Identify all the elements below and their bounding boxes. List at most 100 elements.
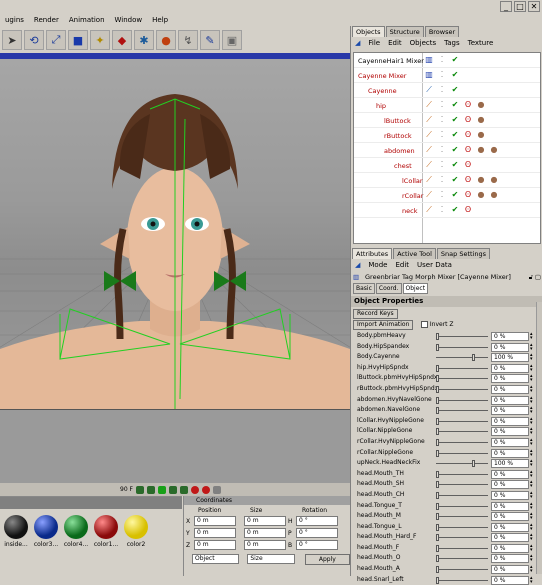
close-icon[interactable]: ✕ [528, 1, 540, 12]
morph-slider[interactable] [436, 343, 488, 351]
visibility-dots-icon[interactable]: ⁚ [437, 55, 447, 65]
tab-active-tool[interactable]: Active Tool [393, 248, 436, 259]
slider-thumb[interactable] [436, 576, 439, 584]
object-row[interactable]: CayenneHair1 Mixer ▥ ⁚ ✔ [354, 53, 540, 68]
object-row[interactable]: hip ⟋ ⁚ ✔ ʘ ● [354, 98, 540, 113]
morph-value-input[interactable]: 0 % [491, 522, 529, 532]
spinner-arrows-icon[interactable]: ▴ ▾ [530, 374, 535, 383]
slider-thumb[interactable] [436, 566, 439, 574]
menu-file[interactable]: File [368, 39, 380, 47]
material-item[interactable]: color3... [32, 515, 60, 548]
3d-viewport[interactable] [0, 59, 350, 409]
object-row[interactable]: abdomen ⟋ ⁚ ✔ ʘ ● ● [354, 143, 540, 158]
tab-browser[interactable]: Browser [424, 26, 460, 37]
play-icon[interactable] [158, 485, 166, 494]
material-item[interactable]: color4... [62, 515, 90, 548]
enabled-check-icon[interactable]: ✔ [450, 145, 460, 155]
morph-value-input[interactable]: 0 % [491, 448, 529, 458]
rotation-p-input[interactable]: 0 ° [296, 528, 338, 538]
slider-thumb[interactable] [436, 385, 439, 393]
morph-slider[interactable] [436, 354, 488, 362]
goto-start-icon[interactable] [136, 485, 144, 494]
spinner-arrows-icon[interactable]: ▴ ▾ [530, 332, 535, 341]
apply-button[interactable]: Apply [304, 553, 350, 565]
autokey-icon[interactable] [202, 485, 210, 494]
slider-thumb[interactable] [436, 343, 439, 351]
spinner-arrows-icon[interactable]: ▴ ▾ [530, 437, 535, 447]
object-manager-list[interactable]: CayenneHair1 Mixer ▥ ⁚ ✔ Cayenne Mixer ▥ ⁚ ✔ C… [353, 52, 541, 244]
slider-thumb[interactable] [436, 534, 439, 542]
morph-value-input[interactable]: 0 % [491, 490, 529, 500]
enabled-check-icon[interactable]: ✔ [450, 100, 460, 110]
morph-slider[interactable] [436, 407, 488, 415]
material-item[interactable]: inside... [2, 515, 30, 548]
morph-value-input[interactable]: 0 % [491, 501, 529, 511]
enabled-check-icon[interactable]: ✔ [450, 70, 460, 80]
morph-slider[interactable] [436, 523, 488, 531]
slider-thumb[interactable] [436, 333, 439, 340]
spinner-arrows-icon[interactable]: ▴ ▾ [530, 406, 535, 415]
morph-slider[interactable] [436, 460, 488, 468]
rotation-h-input[interactable]: 0 ° [296, 516, 338, 526]
object-row[interactable]: rButtock ⟋ ⁚ ✔ ʘ ● [354, 128, 540, 143]
morph-slider[interactable] [436, 417, 488, 425]
scale-icon[interactable]: ⤢ [46, 30, 66, 50]
position-x-input[interactable]: 0 m [194, 516, 236, 526]
morph-value-input[interactable]: 0 % [491, 363, 529, 373]
morph-value-input[interactable]: 0 % [491, 427, 529, 437]
enabled-check-icon[interactable]: ✔ [450, 160, 460, 170]
morph-value-input[interactable]: 0 % [491, 554, 529, 564]
cursor-icon[interactable]: ➤ [2, 30, 22, 50]
menu-animation[interactable]: Animation [64, 16, 110, 24]
morph-value-input[interactable]: 0 % [491, 533, 529, 543]
spinner-arrows-icon[interactable]: ▴ ▾ [530, 512, 535, 521]
enabled-check-icon[interactable]: ✔ [450, 190, 460, 200]
object-row[interactable]: lButtock ⟋ ⁚ ✔ ʘ ● [354, 113, 540, 128]
bend-icon[interactable]: ↯ [178, 30, 198, 50]
light-icon[interactable]: ✱ [134, 30, 154, 50]
spinner-arrows-icon[interactable]: ▴ ▾ [530, 543, 535, 553]
tab-objects[interactable]: Objects [352, 26, 385, 37]
morph-value-input[interactable]: 0 % [491, 384, 529, 394]
prev-key-icon[interactable] [147, 485, 155, 494]
morph-value-input[interactable]: 0 % [491, 469, 529, 479]
subtab-object[interactable]: Object [402, 283, 429, 294]
morph-slider[interactable] [436, 481, 488, 489]
morph-value-input[interactable]: 100 % [491, 459, 529, 469]
morph-value-input[interactable]: 0 % [491, 406, 529, 416]
menu-window[interactable]: Window [110, 16, 148, 24]
morph-value-input[interactable]: 0 % [491, 480, 529, 490]
visibility-dots-icon[interactable]: ⁚ [437, 70, 447, 80]
visibility-dots-icon[interactable]: ⁚ [437, 145, 447, 155]
position-y-input[interactable]: 0 m [194, 528, 236, 538]
menu-edit[interactable]: Edit [395, 261, 409, 269]
visibility-dots-icon[interactable]: ⁚ [437, 160, 447, 170]
visibility-dots-icon[interactable]: ⁚ [437, 205, 447, 215]
rotate-icon[interactable]: ⟲ [24, 30, 44, 50]
spinner-arrows-icon[interactable]: ▴ ▾ [530, 522, 535, 532]
spinner-arrows-icon[interactable]: ▴ ▾ [530, 501, 535, 511]
morph-value-input[interactable]: 0 % [491, 342, 529, 352]
tab-attributes[interactable]: Attributes [352, 248, 393, 259]
slider-thumb[interactable] [436, 449, 439, 457]
slider-thumb[interactable] [436, 544, 439, 552]
slider-thumb[interactable] [436, 417, 439, 425]
slider-thumb[interactable] [436, 396, 439, 404]
scene-icon[interactable]: ▣ [222, 30, 242, 50]
size-x-input[interactable]: 0 m [244, 516, 286, 526]
morph-slider[interactable] [436, 385, 488, 393]
slider-thumb[interactable] [436, 481, 439, 489]
record-keys-button[interactable]: Record Keys [353, 309, 398, 319]
slider-thumb[interactable] [436, 502, 439, 510]
morph-slider[interactable] [436, 544, 488, 552]
morph-slider[interactable] [436, 566, 488, 574]
slider-thumb[interactable] [436, 438, 439, 446]
spinner-arrows-icon[interactable]: ▴ ▾ [530, 459, 535, 468]
new-panel-icon[interactable]: ▢ [535, 271, 541, 283]
morph-value-input[interactable]: 0 % [491, 575, 529, 585]
nurbs-icon[interactable]: ◆ [112, 30, 132, 50]
enabled-check-icon[interactable]: ✔ [450, 175, 460, 185]
morph-value-input[interactable]: 0 % [491, 543, 529, 553]
spinner-arrows-icon[interactable]: ▴ ▾ [530, 565, 535, 574]
slider-thumb[interactable] [436, 364, 439, 372]
